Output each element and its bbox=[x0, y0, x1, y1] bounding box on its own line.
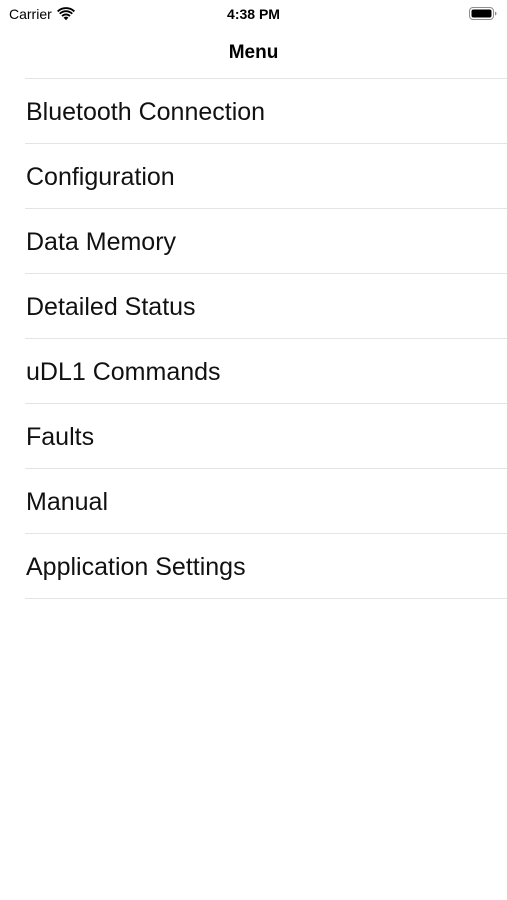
menu-item-label: Application Settings bbox=[26, 552, 246, 581]
menu-item-bluetooth-connection[interactable]: Bluetooth Connection bbox=[0, 79, 507, 144]
navigation-bar: Menu bbox=[0, 30, 507, 78]
battery-icon bbox=[469, 7, 497, 20]
menu-item-detailed-status[interactable]: Detailed Status bbox=[0, 274, 507, 339]
menu-item-label: Data Memory bbox=[26, 227, 177, 256]
menu-item-label: Bluetooth Connection bbox=[26, 97, 266, 126]
menu-item-application-settings[interactable]: Application Settings bbox=[0, 534, 507, 599]
menu-item-label: uDL1 Commands bbox=[26, 357, 221, 386]
menu-item-label: Faults bbox=[26, 422, 95, 451]
menu-item-udl1-commands[interactable]: uDL1 Commands bbox=[0, 339, 507, 404]
status-time: 4:38 PM bbox=[227, 6, 280, 22]
menu-item-configuration[interactable]: Configuration bbox=[0, 144, 507, 209]
menu-item-label: Configuration bbox=[26, 162, 175, 191]
menu-item-data-memory[interactable]: Data Memory bbox=[0, 209, 507, 274]
menu-item-faults[interactable]: Faults bbox=[0, 404, 507, 469]
menu-list: Bluetooth Connection Configuration Data … bbox=[0, 79, 507, 599]
menu-item-label: Manual bbox=[26, 487, 108, 516]
status-bar: Carrier 4:38 PM bbox=[0, 0, 507, 30]
menu-item-manual[interactable]: Manual bbox=[0, 469, 507, 534]
page-title: Menu bbox=[228, 42, 279, 63]
menu-item-label: Detailed Status bbox=[26, 292, 196, 321]
